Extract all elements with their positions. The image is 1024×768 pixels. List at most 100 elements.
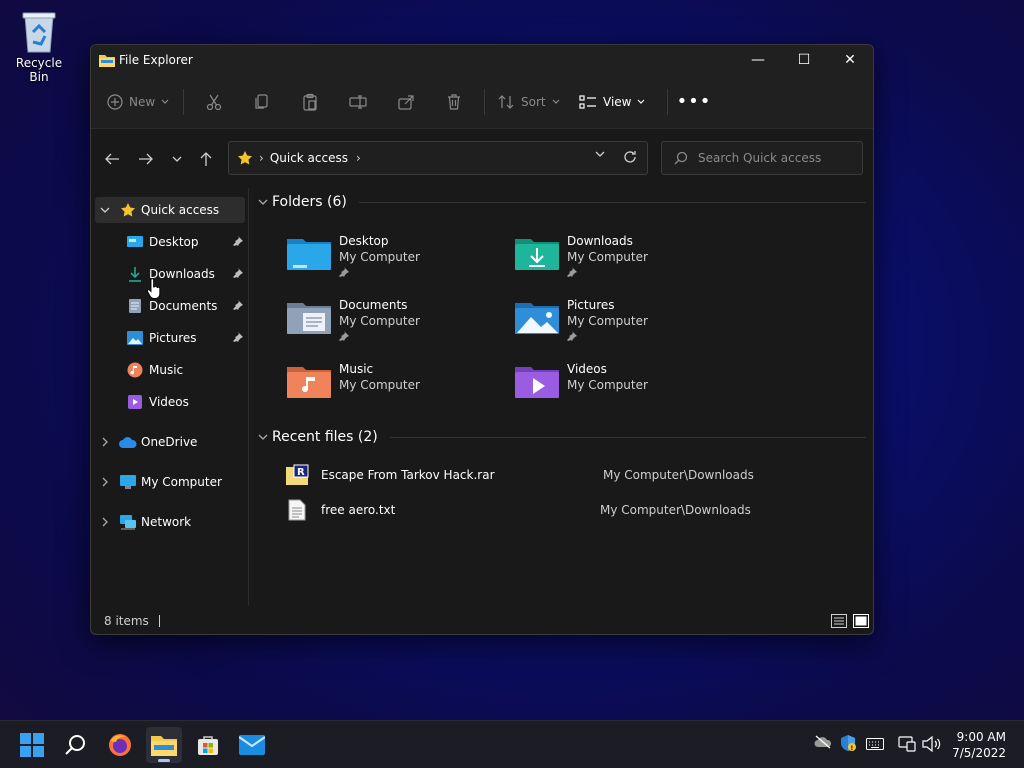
status-divider <box>158 615 160 627</box>
recent-file-row[interactable]: R Escape From Tarkov Hack.rar My Compute… <box>285 460 845 490</box>
chevron-right-icon[interactable] <box>97 477 113 487</box>
star-icon <box>121 203 135 217</box>
clock-date: 7/5/2022 <box>952 746 1006 760</box>
documents-folder-icon <box>287 303 331 334</box>
text-file-icon <box>288 499 306 521</box>
copy-button[interactable] <box>238 86 286 118</box>
folders-section-header[interactable]: Folders (6) <box>258 194 866 210</box>
breadcrumb-quick-access[interactable]: Quick access <box>270 151 348 165</box>
breadcrumb-separator[interactable]: › <box>356 151 361 165</box>
search-box[interactable]: Search Quick access <box>661 141 863 175</box>
content-pane: Folders (6) Desktop My Computer Download… <box>250 188 873 606</box>
recent-files-heading: Recent files (2) <box>272 429 378 445</box>
recent-file-row[interactable]: free aero.txt My Computer\Downloads <box>285 495 845 525</box>
recent-locations-button[interactable] <box>165 147 189 171</box>
close-button[interactable]: ✕ <box>827 45 873 75</box>
view-list-icon <box>579 94 596 109</box>
recent-files-section-header[interactable]: Recent files (2) <box>258 429 866 445</box>
chevron-down-icon[interactable] <box>258 434 268 440</box>
sidebar-item-network[interactable]: Network <box>97 509 247 535</box>
start-button[interactable] <box>14 727 50 763</box>
address-bar[interactable]: › Quick access › <box>228 141 648 175</box>
file-explorer-icon <box>99 55 115 67</box>
chevron-down-icon <box>161 99 169 104</box>
file-name: free aero.txt <box>321 503 396 517</box>
sidebar-item-my-computer[interactable]: My Computer <box>97 469 247 495</box>
sidebar-item-documents[interactable]: Documents <box>127 293 247 319</box>
music-icon <box>127 362 143 378</box>
folder-name: Music <box>339 362 374 376</box>
separator <box>484 88 485 115</box>
title-bar[interactable]: File Explorer — ☐ ✕ <box>91 45 873 75</box>
folder-tile-music[interactable]: Music My Computer <box>287 361 420 401</box>
new-button[interactable]: New <box>107 86 177 118</box>
sidebar-item-music[interactable]: Music <box>127 357 247 383</box>
videos-icon <box>128 395 142 409</box>
chevron-right-icon[interactable] <box>97 437 113 447</box>
search-placeholder: Search Quick access <box>698 151 822 165</box>
minimize-button[interactable]: — <box>735 45 781 75</box>
sidebar-item-label: My Computer <box>141 475 222 489</box>
status-bar: 8 items <box>91 606 873 634</box>
volume-icon[interactable] <box>922 736 942 752</box>
folder-tile-documents[interactable]: Documents My Computer <box>287 297 420 341</box>
navigation-bar: › Quick access › Search Quick access <box>91 129 873 187</box>
tiles-view-icon[interactable] <box>853 614 869 628</box>
folder-tile-videos[interactable]: Videos My Computer <box>515 361 648 401</box>
section-divider <box>389 436 866 438</box>
folder-tile-pictures[interactable]: Pictures My Computer <box>515 297 648 341</box>
paste-button[interactable] <box>286 86 334 118</box>
plus-circle-icon <box>107 93 123 110</box>
minimize-icon: — <box>751 52 765 68</box>
back-button[interactable] <box>100 147 124 171</box>
file-explorer-taskbar-button[interactable] <box>146 727 182 763</box>
chevron-down-icon <box>552 99 560 104</box>
cloud-offline-icon[interactable] <box>814 735 832 749</box>
folder-location: My Computer <box>567 250 648 264</box>
folder-location: My Computer <box>567 314 648 328</box>
delete-button[interactable] <box>430 86 478 118</box>
address-dropdown-icon[interactable] <box>595 151 605 157</box>
music-folder-icon <box>287 367 331 398</box>
details-view-icon[interactable] <box>831 614 847 628</box>
chevron-down-icon[interactable] <box>97 207 113 213</box>
forward-button[interactable] <box>134 147 158 171</box>
search-icon <box>674 151 688 165</box>
share-button[interactable] <box>382 86 430 118</box>
new-label: New <box>129 94 156 109</box>
system-clock[interactable]: 9:00 AM 7/5/2022 <box>952 729 1006 761</box>
folder-tile-downloads[interactable]: Downloads My Computer <box>515 233 648 277</box>
cloud-icon <box>119 437 137 448</box>
recycle-bin-shortcut[interactable]: Recycle Bin <box>6 8 72 84</box>
chevron-right-icon[interactable] <box>97 517 113 527</box>
view-button[interactable]: View <box>571 86 661 118</box>
mail-button[interactable] <box>234 727 270 763</box>
svg-text:!: ! <box>851 745 854 752</box>
security-shield-icon[interactable]: ! <box>840 734 856 752</box>
sidebar-item-videos[interactable]: Videos <box>127 389 247 415</box>
network-tray-icon[interactable] <box>898 736 916 752</box>
sidebar-item-desktop[interactable]: Desktop <box>127 229 247 255</box>
search-icon <box>65 735 85 755</box>
sidebar-item-downloads[interactable]: Downloads <box>127 261 247 287</box>
scissors-icon <box>206 94 222 110</box>
cut-button[interactable] <box>190 86 238 118</box>
microsoft-store-button[interactable] <box>190 727 226 763</box>
chevron-down-icon[interactable] <box>258 199 268 205</box>
chevron-down-icon <box>172 156 182 162</box>
sidebar-item-pictures[interactable]: Pictures <box>127 325 247 351</box>
folder-tile-desktop[interactable]: Desktop My Computer <box>287 233 420 277</box>
search-taskbar-button[interactable] <box>58 727 94 763</box>
folder-name: Pictures <box>567 298 615 312</box>
maximize-button[interactable]: ☐ <box>781 45 827 75</box>
sidebar-item-onedrive[interactable]: OneDrive <box>97 429 247 455</box>
sidebar-item-quick-access[interactable]: Quick access <box>95 197 245 223</box>
firefox-button[interactable] <box>102 727 138 763</box>
more-options-button[interactable]: ••• <box>674 86 714 118</box>
keyboard-icon[interactable] <box>866 738 884 750</box>
up-button[interactable] <box>194 147 218 171</box>
refresh-icon[interactable] <box>623 150 637 164</box>
rename-button[interactable] <box>334 86 382 118</box>
sort-button[interactable]: Sort <box>491 86 571 118</box>
clock-time: 9:00 AM <box>956 730 1006 744</box>
